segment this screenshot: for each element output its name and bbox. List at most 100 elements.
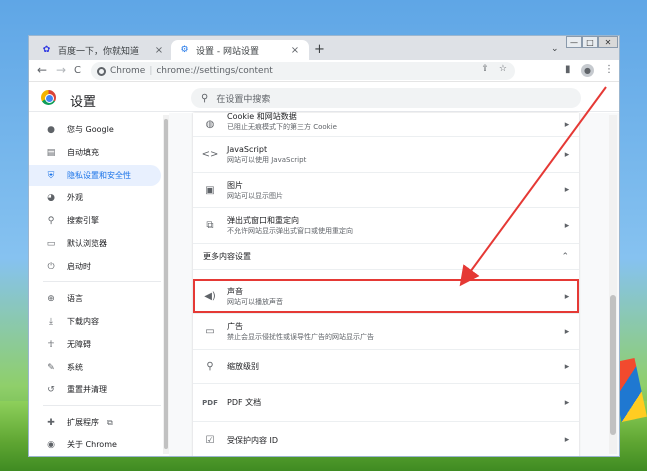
sidebar-item-label: 外观: [67, 193, 83, 202]
sidebar-item-you-and-google[interactable]: ● 您与 Google: [29, 119, 161, 140]
chevron-down-icon[interactable]: ⌄: [551, 44, 559, 54]
setting-row-sound[interactable]: ◀) 声音 网站可以播放声音 ▸: [193, 280, 579, 314]
close-icon[interactable]: ×: [289, 45, 301, 56]
sidebar-item-accessibility[interactable]: ☥ 无障碍: [29, 334, 161, 355]
sidebar-item-appearance[interactable]: ◕ 外观: [29, 187, 161, 208]
sidebar-item-label: 系统: [67, 363, 83, 372]
reload-icon[interactable]: C: [74, 65, 81, 76]
row-subtitle: 已阻止无痕模式下的第三方 Cookie: [227, 123, 337, 131]
setting-row-protected-content[interactable]: ☑ 受保护内容 ID ▸: [193, 422, 579, 456]
tab-title: 百度一下，你就知道: [58, 46, 140, 57]
cookie-icon: ◍: [205, 119, 215, 130]
chevron-right-icon: ▸: [564, 149, 570, 160]
row-subtitle: 网站可以播放声音: [227, 298, 283, 306]
section-title: 更多内容设置: [203, 252, 251, 261]
popup-icon: ⧉: [206, 220, 214, 231]
sidebar-item-system[interactable]: ✎ 系统: [29, 357, 161, 378]
sidebar-item-default-browser[interactable]: ▭ 默认浏览器: [29, 233, 161, 254]
tab-settings[interactable]: ⚙ 设置 - 网站设置 ×: [171, 40, 309, 60]
profile-avatar[interactable]: ●: [581, 64, 594, 77]
sidebar-divider: [43, 405, 161, 406]
sidebar-item-privacy[interactable]: ⛨ 隐私设置和安全性: [29, 165, 161, 186]
sidebar-item-autofill[interactable]: ▤ 自动填充: [29, 142, 161, 163]
setting-row-images[interactable]: ▣ 图片 网站可以显示图片 ▸: [193, 173, 579, 208]
more-content-settings-toggle[interactable]: 更多内容设置 ⌃: [193, 244, 579, 270]
main-scrollbar[interactable]: [609, 115, 617, 454]
row-title: 缩放级别: [227, 362, 259, 371]
person-icon: ●: [47, 124, 55, 135]
row-subtitle: 禁止会显示侵扰性或误导性广告的网站显示广告: [227, 333, 374, 341]
maximize-button[interactable]: □: [582, 36, 598, 48]
back-arrow-icon[interactable]: ←: [37, 63, 47, 77]
forward-arrow-icon[interactable]: →: [56, 63, 66, 77]
history-icon: ↺: [47, 384, 55, 395]
clipboard-icon: ▤: [46, 147, 56, 158]
minimize-button[interactable]: —: [566, 36, 582, 48]
setting-row-zoom[interactable]: ⚲ 缩放级别 ▸: [193, 350, 579, 384]
menu-dots-icon[interactable]: ⋮: [604, 64, 614, 75]
row-title: 受保护内容 ID: [227, 435, 279, 445]
row-title: Cookie 和网站数据: [227, 112, 297, 121]
side-panel-icon[interactable]: ▮: [565, 64, 571, 75]
setting-row-ads[interactable]: ▭ 广告 禁止会显示侵扰性或误导性广告的网站显示广告 ▸: [193, 314, 579, 350]
power-icon: ⏻: [47, 261, 55, 272]
sidebar-item-on-startup[interactable]: ⏻ 启动时: [29, 256, 161, 277]
puzzle-icon: ✚: [47, 417, 55, 428]
browser-window: ✿ 百度一下，你就知道 × ⚙ 设置 - 网站设置 × + ⌄ — □ ✕ ← …: [28, 35, 620, 457]
sidebar-item-about-chrome[interactable]: ◉ 关于 Chrome: [29, 434, 161, 455]
settings-header: 设置 ⚲ 在设置中搜索: [29, 82, 619, 112]
sidebar-item-languages[interactable]: ⊕ 语言: [29, 288, 161, 309]
settings-main: ◍ Cookie 和网站数据 已阻止无痕模式下的第三方 Cookie ▸ <> …: [169, 112, 619, 456]
sidebar-item-label: 重置并清理: [67, 385, 107, 394]
sidebar-item-label: 无障碍: [67, 340, 91, 349]
share-icon[interactable]: ⇪: [481, 64, 489, 74]
row-subtitle: 不允许网站显示弹出式窗口或使用重定向: [227, 227, 353, 235]
page-title: 设置: [70, 95, 97, 110]
protected-content-icon: ☑: [205, 434, 215, 446]
sidebar-divider: [43, 281, 161, 282]
row-title: 声音: [227, 287, 243, 296]
sidebar-item-label: 启动时: [67, 262, 91, 271]
sidebar-item-label: 隐私设置和安全性: [67, 171, 131, 180]
site-settings-card: ◍ Cookie 和网站数据 已阻止无痕模式下的第三方 Cookie ▸ <> …: [193, 112, 579, 456]
globe-icon: ⊕: [47, 293, 55, 304]
sidebar-item-label: 语言: [67, 294, 83, 303]
url-text: chrome://settings/content: [156, 66, 273, 76]
chrome-icon: [97, 66, 106, 76]
palette-icon: ◕: [47, 192, 55, 203]
row-title: PDF 文档: [227, 398, 262, 407]
setting-row-javascript[interactable]: <> JavaScript 网站可以使用 JavaScript ▸: [193, 137, 579, 173]
settings-search-input[interactable]: ⚲ 在设置中搜索: [191, 88, 581, 108]
baidu-paw-icon: ✿: [42, 45, 51, 55]
chevron-right-icon: ▸: [564, 185, 570, 195]
sidebar-item-label: 下载内容: [67, 317, 99, 326]
address-bar[interactable]: Chrome | chrome://settings/content ⇪ ☆: [91, 62, 515, 80]
main-scroll-thumb[interactable]: [610, 295, 616, 435]
browser-toolbar: ← → C Chrome | chrome://settings/content…: [29, 60, 619, 82]
setting-row-pdf[interactable]: PDF PDF 文档 ▸: [193, 384, 579, 422]
sidebar-scroll-thumb[interactable]: [164, 119, 168, 449]
sidebar-item-label: 扩展程序: [67, 418, 99, 427]
row-subtitle: 网站可以使用 JavaScript: [227, 156, 307, 164]
sidebar-item-downloads[interactable]: ⤓ 下载内容: [29, 311, 161, 332]
search-icon: ⚲: [201, 92, 209, 104]
star-icon[interactable]: ☆: [499, 64, 507, 74]
new-tab-button[interactable]: +: [314, 42, 325, 57]
sidebar-item-search-engine[interactable]: ⚲ 搜索引擎: [29, 210, 161, 231]
site-info-chip[interactable]: Chrome: [97, 66, 145, 76]
sidebar-item-reset[interactable]: ↺ 重置并清理: [29, 379, 161, 400]
tab-baidu[interactable]: ✿ 百度一下，你就知道 ×: [33, 40, 173, 60]
download-icon: ⤓: [49, 316, 53, 327]
sidebar-item-label: 您与 Google: [67, 125, 114, 134]
sidebar-item-extensions[interactable]: ✚ 扩展程序 ⧉: [29, 412, 161, 433]
chevron-right-icon: ▸: [564, 119, 570, 130]
shield-icon: ⛨: [47, 170, 55, 181]
chrome-icon: ◉: [47, 439, 55, 450]
site-chip-label: Chrome: [110, 66, 146, 76]
setting-row-cookies[interactable]: ◍ Cookie 和网站数据 已阻止无痕模式下的第三方 Cookie ▸: [193, 112, 579, 137]
close-window-button[interactable]: ✕: [598, 36, 618, 48]
sidebar-item-label: 默认浏览器: [67, 239, 107, 248]
close-icon[interactable]: ×: [153, 45, 165, 56]
external-link-icon: ⧉: [107, 417, 113, 427]
setting-row-popups[interactable]: ⧉ 弹出式窗口和重定向 不允许网站显示弹出式窗口或使用重定向 ▸: [193, 208, 579, 244]
